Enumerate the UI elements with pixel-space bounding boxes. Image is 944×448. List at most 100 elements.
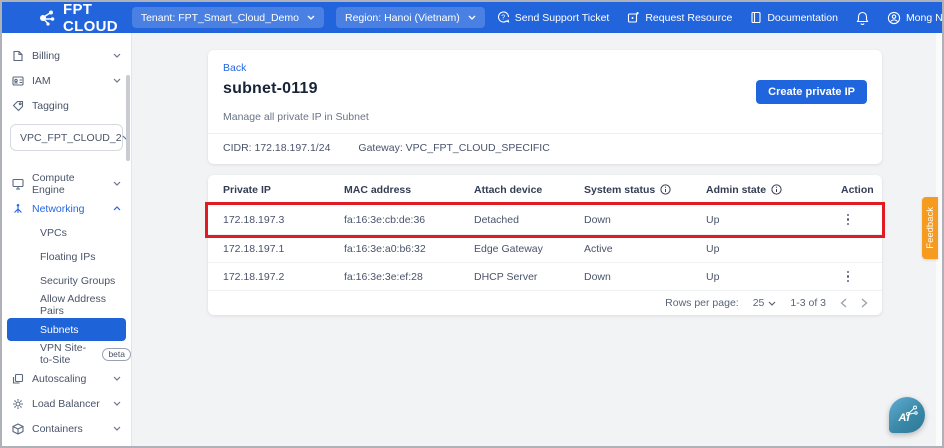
chevron-down-icon (113, 401, 121, 406)
cell-mac-address: fa:16:3e:a0:b6:32 (329, 243, 459, 255)
monitor-icon (12, 178, 24, 190)
col-header-system-status: System status (584, 184, 655, 196)
row-actions-kebab-icon[interactable] (841, 271, 855, 283)
sidebar-scrollbar[interactable] (126, 75, 130, 161)
sidebar-item-label: Compute Engine (32, 172, 105, 196)
resource-box-plus-icon (627, 11, 640, 24)
sidebar-item-floating-ips[interactable]: Floating IPs (2, 245, 131, 269)
support-chat-icon: ? (497, 11, 510, 24)
chevron-down-icon (113, 181, 121, 186)
main-content: Back subnet-0119 Create private IP Manag… (132, 33, 942, 446)
sidebar-item-billing[interactable]: Billing (2, 43, 131, 68)
networking-icon (12, 203, 24, 215)
user-name: Mong Nuong (906, 12, 944, 24)
cell-private-ip: 172.18.197.3 (208, 214, 329, 226)
table-header-row: Private IP MAC address Attach device Sys… (208, 175, 882, 205)
sidebar-item-label: Load Balancer (32, 398, 100, 410)
send-support-ticket-link[interactable]: ? Send Support Ticket (497, 11, 610, 24)
beta-badge: beta (102, 348, 131, 361)
cell-system-status: Active (569, 243, 691, 255)
cell-mac-address: fa:16:3e:3e:ef:28 (329, 271, 459, 283)
cell-system-status: Down (569, 214, 691, 226)
documentation-link[interactable]: Documentation (750, 11, 838, 24)
sidebar-item-load-balancer[interactable]: Load Balancer (2, 391, 131, 416)
chevron-down-icon (768, 301, 776, 306)
sidebar-item-allow-address-pairs[interactable]: Allow Address Pairs (2, 293, 131, 317)
vpc-selector-dropdown[interactable]: VPC_FPT_CLOUD_2 (10, 124, 123, 151)
tenant-selector[interactable]: Tenant: FPT_Smart_Cloud_Demo (132, 7, 324, 28)
cell-attach-device: DHCP Server (459, 271, 569, 283)
request-resource-label: Request Resource (645, 12, 732, 24)
iam-badge-icon (12, 75, 24, 87)
ai-chat-label: AI (899, 412, 910, 424)
container-cube-icon (12, 423, 24, 435)
tag-icon (12, 100, 24, 112)
sidebar-item-iam[interactable]: IAM (2, 68, 131, 93)
sidebar-item-label: Tagging (32, 100, 69, 112)
info-icon[interactable] (660, 184, 671, 195)
sidebar-subitem-label: Floating IPs (40, 251, 95, 263)
page-title: subnet-0119 (223, 80, 318, 98)
cell-admin-state: Up (691, 243, 826, 255)
cell-system-status: Down (569, 271, 691, 283)
table-pagination: Rows per page: 25 1-3 of 3 (208, 291, 882, 315)
chevron-down-icon (468, 15, 476, 20)
load-balancer-gear-icon (12, 398, 24, 410)
user-avatar-icon (887, 11, 901, 25)
cell-admin-state: Up (691, 271, 826, 283)
col-header-private-ip: Private IP (208, 184, 329, 196)
brand-logo[interactable]: FPT CLOUD (38, 1, 118, 35)
cell-attach-device: Detached (459, 214, 569, 226)
table-row[interactable]: 172.18.197.2 fa:16:3e:3e:ef:28 DHCP Serv… (208, 263, 882, 291)
chevron-up-icon (113, 206, 121, 211)
sidebar-item-label: IAM (32, 75, 51, 87)
row-actions-kebab-icon[interactable] (841, 214, 855, 226)
sidebar-item-vpn-site-to-site[interactable]: VPN Site-to-Site beta (2, 342, 131, 366)
user-menu[interactable]: Mong Nuong (887, 11, 944, 25)
chevron-down-icon (113, 426, 121, 431)
cell-admin-state: Up (691, 214, 826, 226)
table-row[interactable]: 172.18.197.1 fa:16:3e:a0:b6:32 Edge Gate… (208, 235, 882, 263)
next-page-icon[interactable] (861, 298, 868, 308)
sidebar-item-label: Billing (32, 50, 60, 62)
sidebar-item-containers[interactable]: Containers (2, 416, 131, 441)
sidebar-item-vpcs[interactable]: VPCs (2, 221, 131, 245)
sidebar-item-subnets[interactable]: Subnets (7, 318, 126, 341)
sidebar-item-label: Networking (32, 203, 85, 215)
back-link[interactable]: Back (223, 62, 246, 74)
vpc-selector-value: VPC_FPT_CLOUD_2 (20, 132, 122, 144)
sidebar-subitem-label: Subnets (40, 324, 79, 336)
document-book-icon (750, 11, 762, 24)
region-label: Region: Hanoi (Vietnam) (345, 12, 460, 24)
chevron-down-icon (113, 53, 121, 58)
private-ip-table-card: Private IP MAC address Attach device Sys… (208, 175, 882, 315)
sidebar-item-networking[interactable]: Networking (2, 196, 131, 221)
send-support-ticket-label: Send Support Ticket (515, 12, 610, 24)
documentation-label: Documentation (767, 12, 838, 24)
sidebar-subitem-label: Security Groups (40, 275, 115, 287)
sidebar-subitem-label: VPCs (40, 227, 67, 239)
cell-mac-address: fa:16:3e:cb:de:36 (329, 214, 459, 226)
top-navbar: FPT CLOUD Tenant: FPT_Smart_Cloud_Demo R… (2, 2, 942, 33)
previous-page-icon[interactable] (840, 298, 847, 308)
sidebar-item-autoscaling[interactable]: Autoscaling (2, 366, 131, 391)
ai-chat-button[interactable]: AI (889, 397, 925, 433)
sidebar-item-tagging[interactable]: Tagging (2, 93, 131, 118)
chevron-down-icon (113, 78, 121, 83)
sidebar-item-compute-engine[interactable]: Compute Engine (2, 171, 131, 196)
info-icon[interactable] (771, 184, 782, 195)
table-row[interactable]: 172.18.197.3 fa:16:3e:cb:de:36 Detached … (208, 205, 882, 235)
rows-per-page-select[interactable]: 25 (753, 297, 777, 309)
region-selector[interactable]: Region: Hanoi (Vietnam) (336, 7, 485, 28)
app-window: FPT CLOUD Tenant: FPT_Smart_Cloud_Demo R… (0, 0, 944, 448)
create-private-ip-button[interactable]: Create private IP (756, 80, 867, 104)
cidr-value: CIDR: 172.18.197.1/24 (223, 142, 330, 154)
rows-per-page-value: 25 (753, 297, 765, 309)
billing-document-icon (12, 50, 24, 62)
cell-private-ip: 172.18.197.2 (208, 271, 329, 283)
request-resource-link[interactable]: Request Resource (627, 11, 732, 24)
svg-text:?: ? (501, 15, 505, 22)
feedback-tab[interactable]: Feedback (922, 197, 938, 259)
notification-bell-icon[interactable] (856, 11, 869, 25)
sidebar-item-security-groups[interactable]: Security Groups (2, 269, 131, 293)
